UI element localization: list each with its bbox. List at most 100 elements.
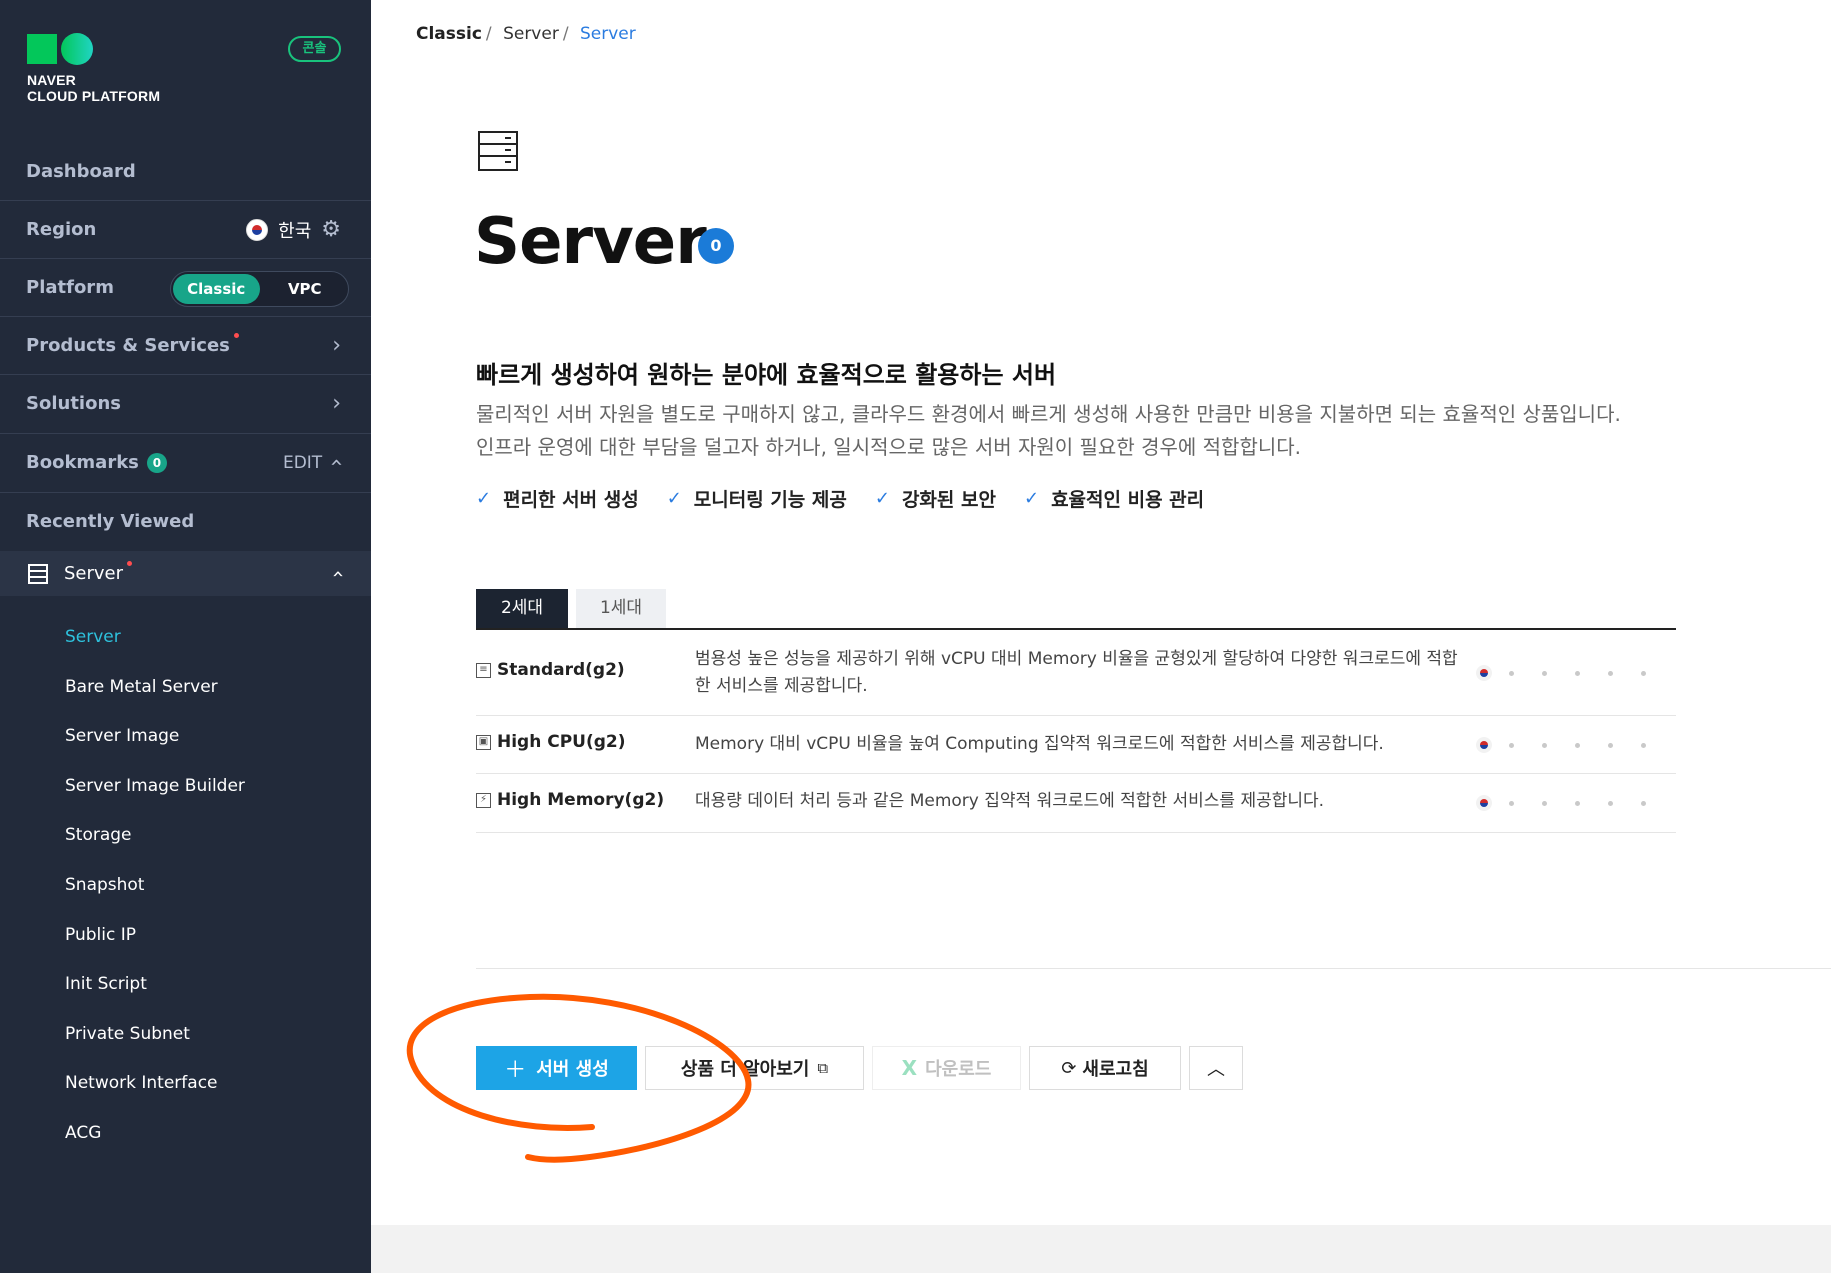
product-name: ▣ High CPU(g2) xyxy=(476,732,626,752)
table-row[interactable]: ▣ High CPU(g2) Memory 대비 vCPU 비율을 높여 Comp… xyxy=(476,716,1676,774)
products-services-label: Products & Services xyxy=(26,335,230,356)
learn-more-label: 상품 더 알아보기 xyxy=(680,1059,810,1080)
subnav-item-server[interactable]: Server xyxy=(65,613,245,663)
refresh-icon: ⟳ xyxy=(1061,1057,1077,1079)
sidebar-item-server[interactable]: Server › xyxy=(0,551,371,596)
chevron-up-icon[interactable]: › xyxy=(324,458,349,467)
platform-option-vpc[interactable]: VPC xyxy=(262,274,349,304)
create-server-button[interactable]: ＋ 서버 생성 xyxy=(476,1046,637,1090)
console-badge[interactable]: 콘솔 xyxy=(288,36,341,62)
logo-text-line1: NAVER xyxy=(27,72,76,88)
breadcrumb: Classic / Server / Server xyxy=(416,24,636,44)
chevron-up-icon[interactable]: › xyxy=(325,570,349,578)
new-dot-icon xyxy=(127,561,133,566)
sidebar-item-solutions[interactable]: Solutions › xyxy=(0,374,371,432)
dashboard-label: Dashboard xyxy=(26,160,136,182)
feature-item: ✓ 모니터링 기능 제공 xyxy=(667,485,847,512)
platform-label: Platform xyxy=(26,277,114,298)
subnav-item-private-subnet[interactable]: Private Subnet xyxy=(65,1010,245,1060)
subnav-item-public-ip[interactable]: Public IP xyxy=(65,911,245,961)
sidebar-item-recently-viewed[interactable]: Recently Viewed xyxy=(0,492,371,550)
section-divider xyxy=(476,968,1831,969)
download-label: 다운로드 xyxy=(925,1059,992,1080)
korea-flag-icon xyxy=(246,218,269,241)
check-icon: ✓ xyxy=(666,488,682,509)
bookmarks-label: Bookmarks xyxy=(26,452,139,473)
product-description: 대용량 데이터 처리 등과 같은 Memory 집약적 워크로드에 적합한 서비… xyxy=(695,791,1325,811)
chevron-right-icon: › xyxy=(332,333,341,358)
bookmarks-count-badge: 0 xyxy=(146,452,167,473)
server-section-label: Server xyxy=(64,563,124,584)
logo-text-line2: CLOUD PLATFORM xyxy=(27,88,161,104)
subnav-item-storage[interactable]: Storage xyxy=(65,811,245,861)
tab-gen2[interactable]: 2세대 xyxy=(476,589,568,628)
feature-label: 편리한 서버 생성 xyxy=(503,489,639,511)
sidebar-item-dashboard[interactable]: Dashboard xyxy=(0,142,371,200)
product-name: ⚡ High Memory(g2) xyxy=(476,790,664,810)
feature-item: ✓ 강화된 보안 xyxy=(875,485,996,512)
product-name-label: High Memory(g2) xyxy=(497,790,665,810)
download-button[interactable]: X 다운로드 xyxy=(872,1046,1021,1090)
feature-label: 모니터링 기능 제공 xyxy=(693,489,847,511)
subnav-item-network-interface[interactable]: Network Interface xyxy=(65,1059,245,1109)
sidebar-item-region[interactable]: Region 한국 ⚙ xyxy=(0,200,371,258)
chevron-up-icon: ︿ xyxy=(1207,1059,1225,1080)
korea-flag-icon xyxy=(1476,665,1492,681)
region-availability xyxy=(1476,737,1674,753)
subnav-item-acg[interactable]: ACG xyxy=(65,1109,245,1159)
external-link-icon: ⧉ xyxy=(817,1059,829,1077)
check-icon: ✓ xyxy=(1023,488,1040,509)
product-description: Memory 대비 vCPU 비율을 높여 Computing 집약적 워크로드… xyxy=(695,734,1384,754)
server-rack-icon xyxy=(478,131,518,171)
memory-icon: ⚡ xyxy=(476,792,491,808)
check-icon: ✓ xyxy=(874,488,890,509)
tab-gen1[interactable]: 1세대 xyxy=(576,589,666,628)
ncp-logo[interactable]: NAVER CLOUD PLATFORM xyxy=(27,33,161,104)
sidebar-item-platform: Platform Classic VPC xyxy=(0,258,371,316)
server-icon xyxy=(28,563,48,584)
check-icon: ✓ xyxy=(476,488,492,509)
generation-tabs: 2세대 1세대 xyxy=(476,589,1676,630)
table-row[interactable]: ≡ Standard(g2) 범용성 높은 성능을 제공하기 위해 vCPU 대비… xyxy=(476,630,1676,716)
bookmarks-edit-button[interactable]: EDIT xyxy=(283,453,322,473)
subnav-item-snapshot[interactable]: Snapshot xyxy=(65,861,245,911)
refresh-label: 새로고침 xyxy=(1082,1059,1149,1080)
feature-list: ✓ 편리한 서버 생성 ✓ 모니터링 기능 제공 ✓ 강화된 보안 ✓ 효율적인 비용 … xyxy=(476,485,1204,512)
korea-flag-icon xyxy=(1476,795,1492,811)
page-title: Server xyxy=(474,205,707,279)
description-line-1: 물리적인 서버 자원을 별도로 구매하지 않고, 클라우드 환경에서 빠르게 생… xyxy=(476,402,1621,426)
sidebar-item-bookmarks[interactable]: Bookmarks 0 EDIT › xyxy=(0,433,371,491)
subnav-item-init-script[interactable]: Init Script xyxy=(65,960,245,1010)
feature-label: 강화된 보안 xyxy=(901,489,996,511)
breadcrumb-item-current: Server xyxy=(579,24,636,44)
subnav-item-server-image-builder[interactable]: Server Image Builder xyxy=(65,762,245,812)
sidebar-item-products-services[interactable]: Products & Services › xyxy=(0,316,371,374)
table-row[interactable]: ⚡ High Memory(g2) 대용량 데이터 처리 등과 같은 Memory… xyxy=(476,774,1676,833)
breadcrumb-item-classic[interactable]: Classic xyxy=(416,24,482,44)
gear-icon[interactable]: ⚙ xyxy=(321,217,341,242)
region-value: 한국 xyxy=(278,220,312,242)
server-count-badge: 0 xyxy=(698,228,734,264)
sidebar: NAVER CLOUD PLATFORM 콘솔 Dashboard Region… xyxy=(0,0,371,1273)
product-name-label: Standard(g2) xyxy=(497,660,625,680)
collapse-button[interactable]: ︿ xyxy=(1189,1046,1243,1090)
excel-icon: X xyxy=(901,1056,918,1080)
feature-label: 효율적인 비용 관리 xyxy=(1051,489,1205,511)
korea-flag-icon xyxy=(1476,737,1492,753)
product-description: 범용성 높은 성능을 제공하기 위해 vCPU 대비 Memory 비율을 균형… xyxy=(695,649,1458,696)
breadcrumb-item-server[interactable]: Server xyxy=(503,24,559,44)
subnav-item-server-image[interactable]: Server Image xyxy=(65,712,245,762)
solutions-label: Solutions xyxy=(26,393,121,414)
platform-toggle[interactable]: Classic VPC xyxy=(170,271,349,307)
refresh-button[interactable]: ⟳ 새로고침 xyxy=(1029,1046,1181,1090)
feature-item: ✓ 효율적인 비용 관리 xyxy=(1024,485,1204,512)
server-rack-icon: ≡ xyxy=(476,662,491,678)
subnav-item-bare-metal-server[interactable]: Bare Metal Server xyxy=(65,663,245,713)
logo-mark-icon xyxy=(27,33,93,65)
region-label: Region xyxy=(26,219,97,240)
learn-more-button[interactable]: 상품 더 알아보기 ⧉ xyxy=(645,1046,864,1090)
platform-option-classic[interactable]: Classic xyxy=(173,274,260,304)
region-availability xyxy=(1476,795,1674,811)
plus-icon: ＋ xyxy=(504,1058,527,1083)
chevron-right-icon: › xyxy=(332,391,341,416)
